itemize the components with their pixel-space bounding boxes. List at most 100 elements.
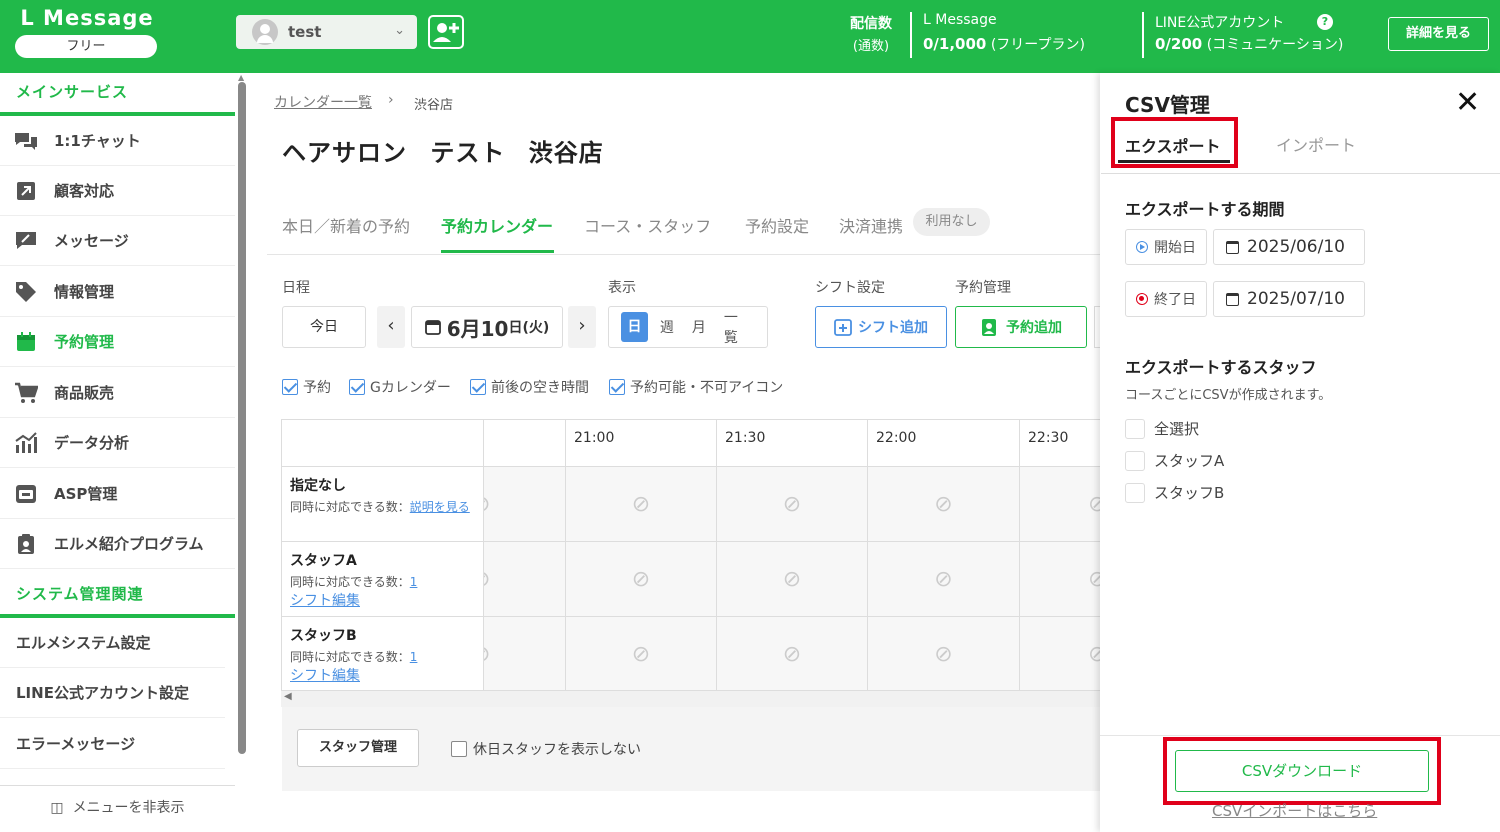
view-list-button[interactable]: 一覧 <box>724 307 749 347</box>
calendar-plus-icon <box>834 319 852 336</box>
filter-label: 予約可能・不可アイコン <box>630 380 784 396</box>
sidebar-item-asp[interactable]: ASP管理 <box>0 469 235 519</box>
export-staff-title: エクスポートするスタッフ <box>1125 358 1317 377</box>
scroll-up-icon[interactable]: ▲ <box>238 73 246 82</box>
unavailable-icon[interactable]: ⊘ <box>1019 467 1100 542</box>
tabs-divider <box>1101 173 1500 174</box>
prev-day-button[interactable]: ‹ <box>377 306 405 348</box>
sidebar-item-sales[interactable]: 商品販売 <box>0 368 235 418</box>
view-week-button[interactable]: 週 <box>660 317 674 337</box>
unavailable-icon[interactable]: ⊘ <box>867 617 1019 690</box>
grid-header-spacer <box>483 420 565 466</box>
tab-course-staff[interactable]: コース・スタッフ <box>584 213 711 237</box>
sidebar-item-analytics[interactable]: データ分析 <box>0 418 235 468</box>
hide-off-staff-checkbox[interactable]: 休日スタッフを表示しない <box>451 739 641 759</box>
filter-gcalendar[interactable]: Gカレンダー <box>349 377 451 397</box>
csv-download-button[interactable]: CSVダウンロード <box>1175 750 1429 792</box>
unavailable-icon[interactable]: ⊘ <box>1019 542 1100 617</box>
avatar-icon <box>252 19 278 45</box>
add-reservation-button[interactable]: 予約追加 <box>955 306 1087 348</box>
unavailable-icon[interactable]: ⊘ <box>565 617 716 690</box>
detail-button[interactable]: 詳細を見る <box>1388 17 1489 51</box>
capacity-value[interactable]: 1 <box>410 650 418 664</box>
add-friend-icon[interactable] <box>428 15 464 49</box>
sidebar-item-referral[interactable]: エルメ紹介プログラム <box>0 519 235 569</box>
filter-availability-icon[interactable]: 予約可能・不可アイコン <box>609 377 783 397</box>
export-period-title: エクスポートする期間 <box>1125 200 1285 219</box>
add-shift-button[interactable]: シフト追加 <box>815 306 947 348</box>
hide-menu-label: メニューを非表示 <box>72 800 185 816</box>
capacity-value[interactable]: 1 <box>410 575 418 589</box>
unavailable-icon[interactable]: ⊘ <box>716 542 867 617</box>
unavailable-icon[interactable]: ⊘ <box>483 617 565 690</box>
active-tab-indicator <box>441 250 554 253</box>
active-tab-indicator <box>1118 160 1230 163</box>
unavailable-icon[interactable]: ⊘ <box>565 542 716 617</box>
csv-import-link[interactable]: CSVインポートはこちら <box>1212 800 1377 821</box>
unavailable-icon[interactable]: ⊘ <box>483 467 565 542</box>
hide-off-staff-label: 休日スタッフを表示しない <box>473 742 641 758</box>
lmessage-quota-value: 0/1,000 <box>923 35 987 53</box>
sidebar-item-customer[interactable]: 顧客対応 <box>0 166 235 216</box>
staff-b-checkbox[interactable]: スタッフB <box>1125 482 1224 503</box>
unavailable-icon[interactable]: ⊘ <box>867 542 1019 617</box>
help-icon[interactable]: ? <box>1317 14 1333 30</box>
tab-calendar[interactable]: 予約カレンダー <box>441 213 553 237</box>
select-all-checkbox[interactable]: 全選択 <box>1125 418 1199 439</box>
close-icon[interactable]: ✕ <box>1455 86 1480 120</box>
tab-import[interactable]: インポート <box>1276 132 1356 156</box>
unavailable-icon[interactable]: ⊘ <box>483 542 565 617</box>
app-logo[interactable]: L Message <box>16 6 158 30</box>
next-day-button[interactable]: › <box>568 306 596 348</box>
start-date-input[interactable]: 2025/06/10 <box>1213 229 1365 265</box>
tab-today-new[interactable]: 本日／新着の予約 <box>282 213 410 237</box>
staff-a-checkbox[interactable]: スタッフA <box>1125 450 1224 471</box>
filter-buffer-time[interactable]: 前後の空き時間 <box>470 377 589 397</box>
sidebar-item-line-settings[interactable]: LINE公式アカウント設定 <box>0 668 225 718</box>
sidebar-item-chat[interactable]: 1:1チャット <box>0 116 235 166</box>
reservation-management-label: 予約管理 <box>955 280 1011 296</box>
account-selector[interactable]: test ⌄ <box>236 15 417 49</box>
calendar-icon <box>1226 292 1239 306</box>
filter-reservation[interactable]: 予約 <box>282 377 331 397</box>
sidebar-scrollbar[interactable] <box>238 82 246 754</box>
tab-payment[interactable]: 決済連携 <box>839 213 903 237</box>
end-date-input[interactable]: 2025/07/10 <box>1213 281 1365 317</box>
unavailable-icon[interactable]: ⊘ <box>1019 617 1100 690</box>
breadcrumb-calendar-list[interactable]: カレンダー一覧 <box>274 92 372 112</box>
unavailable-icon[interactable]: ⊘ <box>565 467 716 542</box>
clipboard-user-icon <box>14 533 38 555</box>
start-date-label: 開始日 <box>1125 229 1207 265</box>
panel-title: CSV管理 <box>1125 93 1210 117</box>
sidebar-item-reservation[interactable]: 予約管理 <box>0 317 235 367</box>
checkbox-checked-icon <box>349 379 365 395</box>
view-switcher: 日 週 月 一覧 <box>608 306 768 348</box>
sidebar-section-main: メインサービス <box>16 83 129 101</box>
date-picker[interactable]: 6月10 日(火) <box>411 306 563 348</box>
schedule-label: 日程 <box>282 280 310 296</box>
unavailable-icon[interactable]: ⊘ <box>716 617 867 690</box>
edit-shift-link[interactable]: シフト編集 <box>290 593 360 609</box>
time-header: 21:30 <box>716 420 867 466</box>
grid-horizontal-scrollbar[interactable]: ◀ <box>281 691 1100 707</box>
unavailable-icon[interactable]: ⊘ <box>716 467 867 542</box>
sidebar-item-system-settings[interactable]: エルメシステム設定 <box>0 618 225 668</box>
scroll-left-icon[interactable]: ◀ <box>284 691 292 702</box>
line-quota-title: LINE公式アカウント <box>1155 15 1285 31</box>
hide-menu-button[interactable]: ◫ メニューを非表示 <box>0 785 235 832</box>
chevron-right-icon: › <box>578 315 586 336</box>
sidebar-item-message[interactable]: メッセージ <box>0 216 235 266</box>
explanation-link[interactable]: 説明を見る <box>410 500 470 514</box>
today-button[interactable]: 今日 <box>282 306 366 348</box>
line-plan: (コミュニケーション) <box>1206 37 1344 53</box>
sidebar-item-error-messages[interactable]: エラーメッセージ <box>0 719 225 769</box>
edit-shift-link[interactable]: シフト編集 <box>290 668 360 684</box>
view-day-button[interactable]: 日 <box>621 312 648 342</box>
tab-reservation-settings[interactable]: 予約設定 <box>745 213 809 237</box>
sidebar-item-label: エルメ紹介プログラム <box>54 535 204 553</box>
end-date-value: 2025/07/10 <box>1247 289 1345 309</box>
unavailable-icon[interactable]: ⊘ <box>867 467 1019 542</box>
sidebar-item-info[interactable]: 情報管理 <box>0 267 235 317</box>
view-month-button[interactable]: 月 <box>692 317 706 337</box>
staff-management-button[interactable]: スタッフ管理 <box>297 729 419 767</box>
